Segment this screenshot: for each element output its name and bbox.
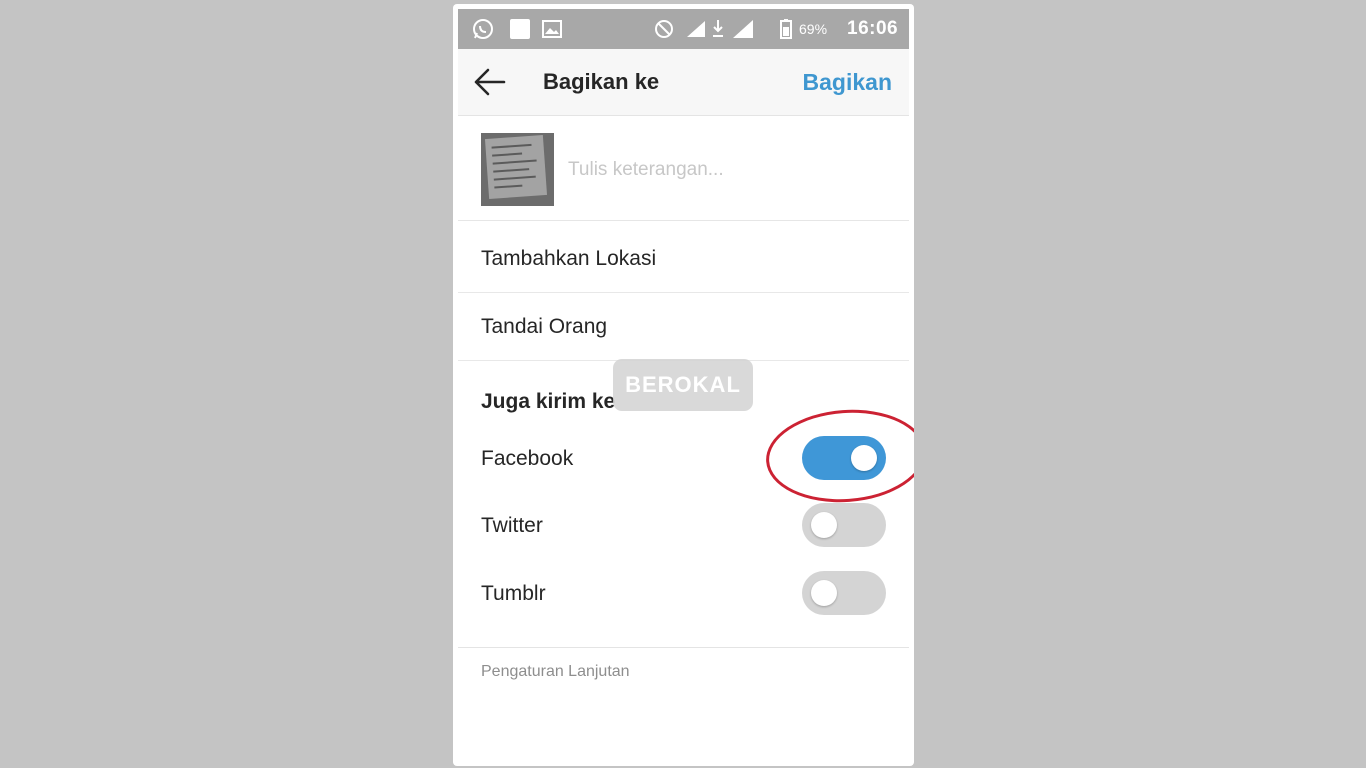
advanced-settings-link[interactable]: Pengaturan Lanjutan [481, 663, 630, 681]
signal-icon [732, 9, 754, 49]
toggle-knob [811, 512, 837, 538]
notification-icon [509, 9, 531, 49]
tag-people-row[interactable]: Tandai Orang [458, 293, 909, 361]
photo-thumbnail [481, 133, 554, 206]
divider [458, 647, 909, 648]
status-bar: 69% 16:06 [458, 9, 909, 49]
share-section-title: Juga kirim ke [481, 390, 616, 413]
twitter-toggle[interactable] [802, 503, 886, 547]
facebook-label: Facebook [481, 447, 574, 470]
add-location-row[interactable]: Tambahkan Lokasi [458, 225, 909, 293]
caption-row [458, 122, 909, 221]
image-icon [542, 9, 562, 49]
clock: 16:06 [847, 18, 899, 39]
arrow-left-icon[interactable] [470, 62, 510, 102]
battery-percentage: 69% [799, 21, 828, 37]
tag-people-label: Tandai Orang [481, 315, 608, 338]
signal-icon [686, 9, 706, 49]
whatsapp-icon [472, 9, 494, 49]
twitter-label: Twitter [481, 514, 543, 537]
add-location-label: Tambahkan Lokasi [481, 247, 657, 270]
share-button[interactable]: Bagikan [803, 49, 892, 115]
toggle-knob [851, 445, 877, 471]
page-title: Bagikan ke [543, 69, 660, 94]
phone-screen: 69% 16:06 Bagikan ke Bagikan Tambahkan L… [453, 4, 914, 766]
battery-icon [780, 9, 792, 49]
do-not-disturb-icon [654, 9, 674, 49]
tumblr-toggle[interactable] [802, 571, 886, 615]
photo-content [484, 135, 548, 199]
facebook-toggle[interactable] [802, 436, 886, 480]
caption-input[interactable] [568, 154, 888, 186]
tumblr-label: Tumblr [481, 582, 546, 605]
toggle-knob [811, 580, 837, 606]
watermark: BEROKAL [613, 359, 753, 411]
download-icon [711, 9, 725, 49]
app-bar: Bagikan ke Bagikan [458, 49, 909, 116]
